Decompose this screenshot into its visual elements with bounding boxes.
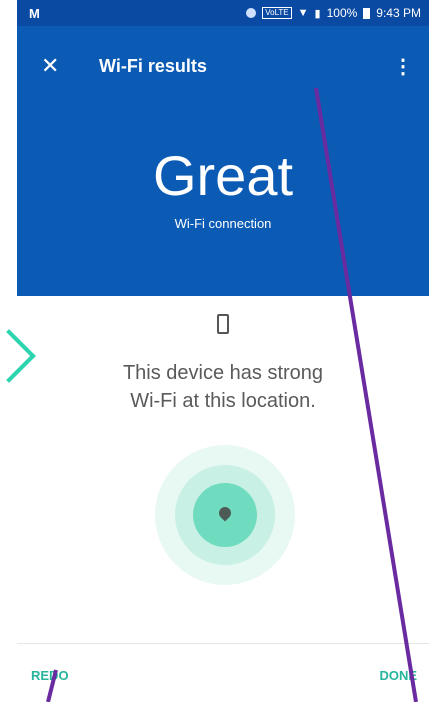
device-section: This device has strong Wi-Fi at this loc… — [17, 296, 429, 415]
clock: 9:43 PM — [376, 6, 421, 20]
more-vert-icon[interactable]: ⋮ — [393, 54, 413, 79]
done-button[interactable]: DONE — [379, 668, 417, 683]
rating-label: Great — [152, 144, 294, 207]
close-icon[interactable]: ✕ — [41, 53, 65, 79]
page-title: Wi-Fi results — [99, 55, 207, 76]
bottom-divider — [17, 643, 429, 644]
redo-button[interactable]: REDO — [31, 668, 69, 683]
signal-icon: ▮ — [314, 7, 321, 20]
message-line-1: This device has strong — [122, 362, 324, 384]
battery-icon — [363, 7, 371, 19]
signal-rings — [155, 445, 295, 585]
wifi-icon: ▼ — [297, 7, 309, 19]
result-message: This device has strong Wi-Fi at this loc… — [17, 359, 429, 415]
bluetooth-icon — [246, 8, 257, 18]
message-line-2: Wi-Fi at this location. — [130, 390, 316, 412]
volte-badge: VoLTE — [262, 7, 292, 19]
app-bar: ✕ Wi-Fi results ⋮ — [17, 26, 429, 106]
smartphone-icon — [217, 314, 229, 334]
rating-subtitle: Wi-Fi connection — [174, 216, 272, 231]
status-bar: M VoLTE ▼ ▮ 100% 9:43 PM — [17, 0, 429, 26]
result-hero: Great Wi-Fi connection — [17, 106, 429, 296]
battery-percent: 100% — [326, 6, 358, 20]
status-icons: VoLTE ▼ ▮ 100% 9:43 PM — [246, 6, 421, 20]
phone-screen: M VoLTE ▼ ▮ 100% 9:43 PM ✕ Wi-Fi results… — [17, 0, 429, 702]
carrier-logo: M — [29, 5, 40, 21]
